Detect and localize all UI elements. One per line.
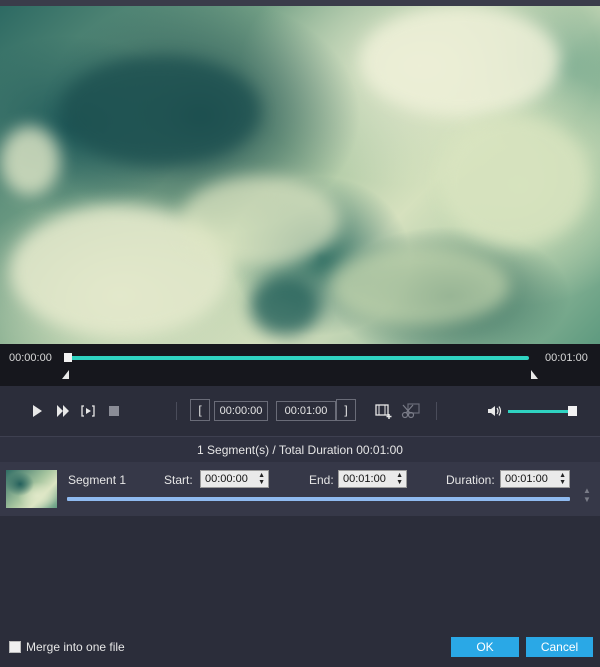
stop-button[interactable]	[108, 405, 120, 417]
timeline-playhead[interactable]	[64, 353, 72, 362]
play-button[interactable]	[30, 403, 44, 419]
playback-controls: [ 00:00:00 00:01:00 ]	[0, 386, 600, 436]
segment-list: Segment 1 Start: 00:00:00 ▲ ▼ End: 00:01:…	[0, 462, 600, 632]
start-time-value: 00:00:00	[205, 473, 248, 485]
fast-forward-icon	[57, 405, 69, 417]
spin-arrows-icon[interactable]: ▲ ▼	[258, 472, 265, 486]
set-end-icon: ]	[344, 403, 348, 417]
play-segment-button[interactable]	[80, 403, 96, 419]
clip-end-time[interactable]: 00:01:00	[276, 401, 336, 421]
add-segment-button[interactable]	[374, 402, 392, 420]
start-time-spinbox[interactable]: 00:00:00 ▲ ▼	[200, 470, 269, 488]
duration-value: 00:01:00	[505, 473, 548, 485]
segment-name: Segment 1	[68, 473, 127, 487]
ok-button[interactable]: OK	[451, 637, 519, 657]
end-time-spinbox[interactable]: 00:01:00 ▲ ▼	[338, 470, 407, 488]
timeline-progress-track[interactable]	[66, 356, 529, 360]
divider	[436, 402, 437, 420]
trim-end-marker[interactable]	[531, 370, 538, 379]
timeline: 00:00:00 00:01:00	[0, 344, 600, 386]
cancel-button[interactable]: Cancel	[526, 637, 593, 657]
merge-label: Merge into one file	[26, 640, 125, 654]
set-start-button[interactable]: [	[190, 399, 210, 421]
end-time-value: 00:01:00	[343, 473, 386, 485]
clip-start-time[interactable]: 00:00:00	[214, 401, 268, 421]
fast-forward-button[interactable]	[55, 403, 71, 419]
segment-row[interactable]: Segment 1 Start: 00:00:00 ▲ ▼ End: 00:01:…	[0, 462, 600, 516]
volume-button[interactable]	[486, 403, 502, 419]
spin-arrows-icon[interactable]: ▲ ▼	[559, 472, 566, 486]
volume-slider-track[interactable]	[508, 410, 574, 413]
end-label: End:	[309, 473, 334, 487]
timeline-end-time: 00:01:00	[545, 352, 588, 364]
scissors-icon	[401, 403, 420, 419]
segment-thumbnail	[6, 470, 57, 508]
set-end-button[interactable]: ]	[336, 399, 356, 421]
volume-slider-thumb[interactable]	[568, 406, 577, 416]
video-preview	[0, 6, 600, 344]
play-icon	[33, 405, 42, 417]
add-segment-icon	[374, 404, 391, 419]
dialog-footer: Merge into one file OK Cancel	[0, 632, 600, 667]
split-button[interactable]	[400, 402, 420, 420]
merge-checkbox[interactable]	[9, 641, 21, 653]
divider	[176, 402, 177, 420]
spin-arrows-icon[interactable]: ▲ ▼	[396, 472, 403, 486]
set-start-icon: [	[198, 403, 202, 417]
start-label: Start:	[164, 473, 193, 487]
trim-start-marker[interactable]	[62, 370, 69, 379]
timeline-start-time: 00:00:00	[9, 352, 52, 364]
stop-icon	[109, 406, 119, 416]
duration-spinbox[interactable]: 00:01:00 ▲ ▼	[500, 470, 570, 488]
segments-summary: 1 Segment(s) / Total Duration 00:01:00	[0, 436, 600, 462]
speaker-icon	[487, 406, 501, 416]
reorder-arrows-icon[interactable]: ▲ ▼	[582, 486, 592, 504]
duration-label: Duration:	[446, 473, 495, 487]
play-segment-icon	[81, 405, 95, 417]
segment-range-bar[interactable]	[67, 497, 570, 501]
